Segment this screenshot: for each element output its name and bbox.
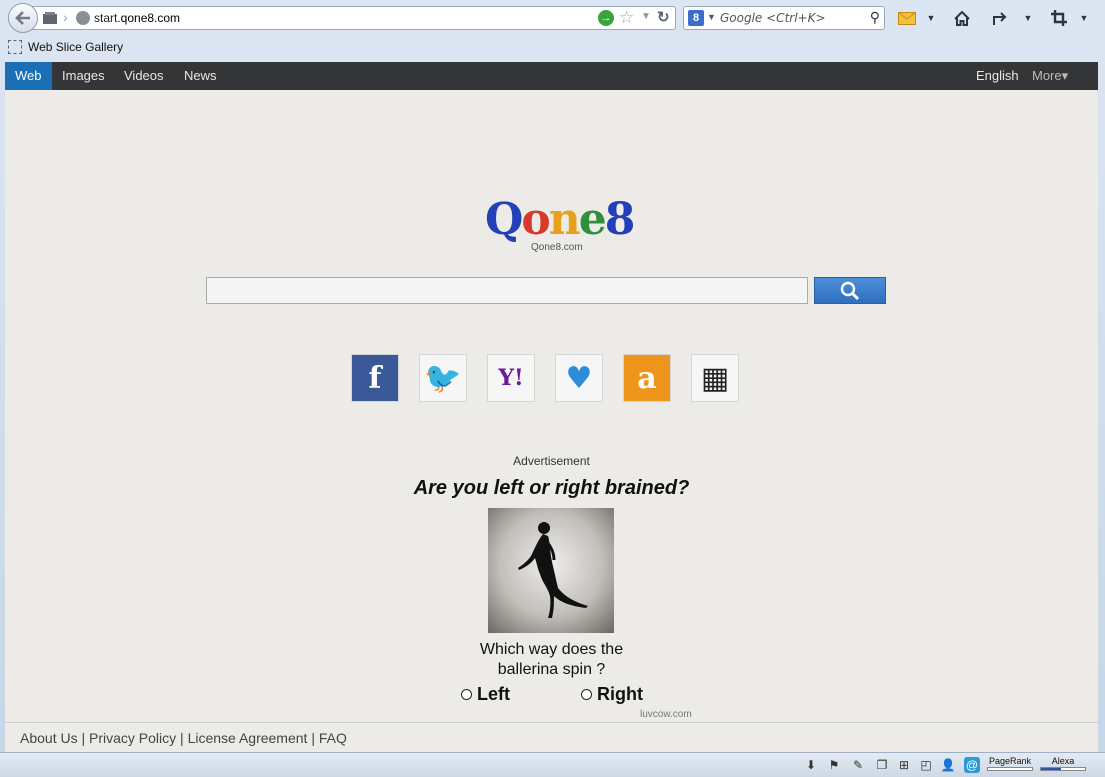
- bookmarks-toolbar: Web Slice Gallery: [0, 37, 1105, 61]
- url-dropdown-icon[interactable]: ▼: [641, 11, 651, 22]
- alexa-bar: [1040, 767, 1086, 771]
- user-icon[interactable]: 👤: [940, 757, 956, 773]
- fullscreen-icon[interactable]: ◰: [918, 757, 934, 773]
- footer-about-us[interactable]: About Us: [20, 730, 78, 746]
- download-icon[interactable]: ⬇: [803, 757, 819, 773]
- language-link[interactable]: English: [976, 62, 1019, 90]
- at-icon[interactable]: @: [964, 757, 980, 773]
- search-placeholder: Google <Ctrl+K>: [720, 11, 826, 25]
- footer-license-agreement[interactable]: License Agreement: [188, 730, 308, 746]
- shopping-icon[interactable]: ▦: [691, 354, 739, 402]
- ad-question-line2: ballerina spin ?: [497, 661, 606, 678]
- footer-separator: |: [176, 730, 188, 746]
- navigation-toolbar: › start.qone8.com → ☆ ▼ ↻ 8 ▼ Google <Ct…: [0, 0, 1105, 36]
- search-magnifier-icon[interactable]: ⚲: [870, 9, 880, 26]
- top-navigation: Web Images Videos News English More▾: [5, 62, 1098, 90]
- history-icon[interactable]: [42, 11, 58, 25]
- ad-title[interactable]: Are you left or right brained?: [5, 477, 1098, 500]
- mail-dropdown-icon[interactable]: ▼: [920, 8, 942, 28]
- search-bar[interactable]: 8 ▼ Google <Ctrl+K> ⚲: [683, 6, 885, 30]
- url-bar[interactable]: › start.qone8.com → ☆ ▼ ↻: [30, 6, 676, 30]
- twitter-icon[interactable]: 🐦: [419, 354, 467, 402]
- globe-icon: [76, 11, 90, 25]
- maps-icon[interactable]: ♥: [555, 354, 603, 402]
- ballerina-image[interactable]: [488, 508, 614, 633]
- right-radio[interactable]: [581, 689, 592, 700]
- feed-icon[interactable]: ⚑: [826, 757, 842, 773]
- windows-icon[interactable]: ❐: [874, 757, 890, 773]
- page-content: Web Images Videos News English More▾ Qon…: [5, 62, 1098, 752]
- logo-wordmark: Qone8: [485, 198, 635, 242]
- url-separator-icon: ›: [63, 9, 68, 25]
- option-right-label: Right: [597, 684, 643, 704]
- home-icon[interactable]: [951, 8, 973, 28]
- crop-icon[interactable]: [1048, 8, 1070, 28]
- url-prefix: start.: [94, 11, 121, 25]
- option-right[interactable]: Right: [581, 684, 643, 705]
- tools-icon[interactable]: ✎: [850, 757, 866, 773]
- logo-letter: Q: [485, 194, 523, 245]
- more-menu[interactable]: More▾: [1032, 62, 1068, 90]
- logo-subtext: Qone8.com: [531, 242, 583, 253]
- facebook-icon[interactable]: f: [351, 354, 399, 402]
- web-slice-icon: [8, 40, 22, 54]
- nav-news[interactable]: News: [174, 62, 227, 90]
- left-radio[interactable]: [461, 689, 472, 700]
- nav-videos[interactable]: Videos: [114, 62, 174, 90]
- ballerina-silhouette: [518, 522, 588, 618]
- footer-links: About Us | Privacy Policy | License Agre…: [20, 730, 347, 746]
- alexa-meter[interactable]: Alexa: [1040, 756, 1086, 771]
- nav-web[interactable]: Web: [5, 62, 52, 90]
- pagerank-bar: [987, 767, 1033, 771]
- pagerank-label: PageRank: [988, 756, 1032, 766]
- ad-question-line1: Which way does the: [479, 641, 624, 658]
- back-button[interactable]: [8, 3, 38, 33]
- ad-question: Which way does the ballerina spin ?: [5, 640, 1098, 680]
- qone8-logo[interactable]: Qone8 Qone8.com: [485, 198, 635, 260]
- bookmark-star-icon[interactable]: ☆: [619, 8, 634, 28]
- bookmark-web-slice-gallery[interactable]: Web Slice Gallery: [8, 40, 123, 54]
- logo-letter: o: [521, 194, 550, 245]
- ad-label: Advertisement: [513, 454, 590, 468]
- footer-privacy-policy[interactable]: Privacy Policy: [89, 730, 176, 746]
- url-text[interactable]: start.qone8.com: [94, 11, 180, 25]
- share-icon[interactable]: [990, 8, 1012, 28]
- search-button[interactable]: [814, 277, 886, 304]
- option-left-label: Left: [477, 684, 510, 704]
- footer-separator: |: [77, 730, 90, 746]
- browser-window: › start.qone8.com → ☆ ▼ ↻ 8 ▼ Google <Ct…: [0, 0, 1105, 777]
- nav-images[interactable]: Images: [52, 62, 115, 90]
- pagerank-meter[interactable]: PageRank: [987, 756, 1033, 771]
- status-bar: ⬇ ⚑ ✎ ❐ ⊞ ◰ 👤 @ PageRank Alexa: [0, 752, 1105, 777]
- amazon-icon[interactable]: a: [623, 354, 671, 402]
- search-input[interactable]: [206, 277, 808, 304]
- footer-separator: |: [307, 730, 319, 746]
- footer-divider: [5, 722, 1098, 723]
- go-arrow-icon[interactable]: →: [598, 10, 614, 26]
- bookmark-label: Web Slice Gallery: [28, 40, 124, 54]
- logo-letter: e: [578, 194, 607, 245]
- alexa-fill: [1041, 768, 1061, 770]
- logo-letter: 8: [604, 194, 636, 245]
- footer-faq[interactable]: FAQ: [319, 730, 347, 746]
- ad-credit: luvcow.com: [640, 709, 692, 720]
- alexa-label: Alexa: [1051, 756, 1075, 766]
- search-engine-icon[interactable]: 8: [688, 10, 704, 26]
- yahoo-icon[interactable]: Y!: [487, 354, 535, 402]
- mail-icon[interactable]: [896, 8, 918, 28]
- share-dropdown-icon[interactable]: ▼: [1017, 8, 1039, 28]
- search-icon: [840, 281, 860, 300]
- reload-icon[interactable]: ↻: [657, 8, 670, 26]
- crop-dropdown-icon[interactable]: ▼: [1073, 8, 1095, 28]
- url-domain: qone8.com: [120, 11, 181, 25]
- option-left[interactable]: Left: [461, 684, 510, 705]
- logo-letter: n: [548, 194, 581, 245]
- engine-dropdown-icon[interactable]: ▼: [707, 12, 716, 22]
- addon-icon[interactable]: ⊞: [896, 757, 912, 773]
- back-arrow-icon: [15, 11, 30, 25]
